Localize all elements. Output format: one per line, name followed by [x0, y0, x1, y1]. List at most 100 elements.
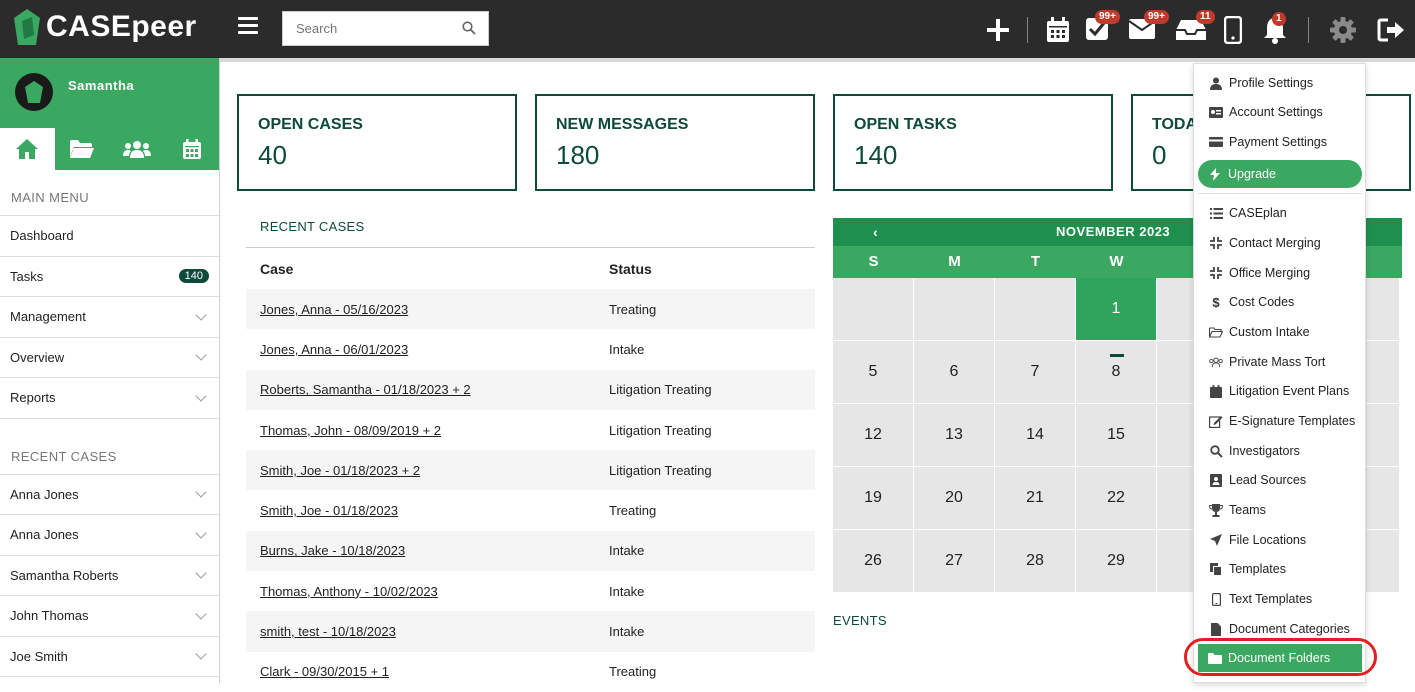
calendar-day[interactable]: [833, 278, 914, 341]
add-icon[interactable]: [986, 18, 1010, 42]
calendar-day-today[interactable]: 1: [1076, 278, 1157, 341]
calendar-day[interactable]: 15: [1076, 404, 1157, 467]
case-link[interactable]: Smith, Joe - 01/18/2023 + 2: [260, 463, 420, 478]
calendar-day[interactable]: 21: [995, 467, 1076, 530]
calendar-day[interactable]: 7: [995, 341, 1076, 404]
settings-menu-item[interactable]: CASEplan: [1194, 199, 1365, 227]
calendar-day[interactable]: 5: [833, 341, 914, 404]
toolbar-divider: [1027, 17, 1028, 43]
tab-cases[interactable]: [55, 128, 110, 170]
settings-menu-item[interactable]: Profile Settings: [1194, 69, 1365, 97]
case-link[interactable]: Burns, Jake - 10/18/2023: [260, 543, 405, 558]
settings-menu-item[interactable]: Templates: [1194, 555, 1365, 583]
tasks-button[interactable]: 99+: [1085, 10, 1120, 43]
stat-card-open-tasks[interactable]: OPEN TASKS 140: [833, 94, 1113, 191]
calendar-day[interactable]: 28: [995, 530, 1076, 593]
day-number: 28: [1026, 552, 1044, 569]
settings-menu-label: Custom Intake: [1229, 325, 1310, 339]
case-link[interactable]: Thomas, Anthony - 10/02/2023: [260, 584, 438, 599]
logout-icon[interactable]: [1377, 17, 1407, 43]
sidebar-recent-case[interactable]: Anna Jones: [0, 515, 219, 556]
search-input[interactable]: [283, 12, 453, 45]
settings-menu-item[interactable]: Teams: [1194, 496, 1365, 524]
sidebar-recent-case[interactable]: Samantha Roberts: [0, 556, 219, 596]
case-cell: Thomas, John - 08/09/2019 + 2: [246, 423, 609, 438]
case-link[interactable]: Smith, Joe - 01/18/2023: [260, 503, 398, 518]
settings-menu-item[interactable]: File Locations: [1194, 526, 1365, 554]
settings-menu-item[interactable]: Private Mass Tort: [1194, 348, 1365, 376]
settings-menu-label: Profile Settings: [1229, 76, 1314, 90]
sidebar-item-overview[interactable]: Overview: [0, 338, 219, 378]
settings-menu-item[interactable]: Lead Sources: [1194, 466, 1365, 494]
calendar-day[interactable]: 27: [914, 530, 995, 593]
messages-button[interactable]: 99+: [1128, 10, 1169, 42]
calendar-day[interactable]: 8: [1076, 341, 1157, 404]
notifications-button[interactable]: 1: [1262, 12, 1290, 44]
settings-menu-item[interactable]: Account Settings: [1194, 98, 1365, 126]
settings-menu-item[interactable]: Custom Intake: [1194, 318, 1365, 346]
calendar-day[interactable]: [914, 278, 995, 341]
settings-menu-label: Text Templates: [1229, 592, 1313, 606]
case-link[interactable]: Jones, Anna - 05/16/2023: [260, 302, 408, 317]
calendar-day[interactable]: 6: [914, 341, 995, 404]
id-card-icon: [1209, 106, 1223, 119]
tab-calendar[interactable]: [164, 128, 219, 170]
settings-menu-item[interactable]: $ Cost Codes: [1194, 288, 1365, 316]
header-shadow: [220, 58, 1415, 62]
settings-menu-item[interactable]: Text Templates: [1194, 585, 1365, 613]
case-link[interactable]: Jones, Anna - 06/01/2023: [260, 342, 408, 357]
settings-menu-item[interactable]: Office Merging: [1194, 259, 1365, 287]
settings-menu-item[interactable]: E-Signature Templates: [1194, 407, 1365, 435]
gear-icon[interactable]: [1329, 16, 1357, 44]
avatar[interactable]: [15, 73, 53, 111]
sidebar-item-reports[interactable]: Reports: [0, 378, 219, 419]
calendar-icon[interactable]: [1046, 16, 1070, 43]
search-icon[interactable]: [462, 21, 476, 35]
sidebar-item-label: Anna Jones: [10, 527, 79, 543]
stat-card-new-messages[interactable]: NEW MESSAGES 180: [535, 94, 815, 191]
calendar-day[interactable]: 29: [1076, 530, 1157, 593]
sidebar-item-management[interactable]: Management: [0, 297, 219, 338]
status-cell: Intake: [609, 341, 645, 357]
tab-home[interactable]: [0, 128, 55, 170]
calendar-day[interactable]: 22: [1076, 467, 1157, 530]
chevron-down-icon: [195, 608, 207, 620]
weekday-label: W: [1109, 253, 1124, 270]
chevron-down-icon: [195, 527, 207, 539]
sidebar-item-dashboard[interactable]: Dashboard: [0, 216, 219, 257]
case-link[interactable]: smith, test - 10/18/2023: [260, 624, 396, 639]
settings-menu-label: E-Signature Templates: [1229, 414, 1356, 428]
settings-menu-item[interactable]: Contact Merging: [1194, 229, 1365, 257]
calendar-day[interactable]: 26: [833, 530, 914, 593]
calendar-day[interactable]: 14: [995, 404, 1076, 467]
inbox-button[interactable]: 11: [1175, 10, 1215, 42]
calendar-day[interactable]: 13: [914, 404, 995, 467]
calendar-day[interactable]: 12: [833, 404, 914, 467]
case-link[interactable]: Thomas, John - 08/09/2019 + 2: [260, 423, 441, 438]
calendar-day[interactable]: 20: [914, 467, 995, 530]
stat-card-open-cases[interactable]: OPEN CASES 40: [237, 94, 517, 191]
sidebar-item-tasks[interactable]: Tasks 140: [0, 257, 219, 297]
settings-menu-item[interactable]: Upgrade: [1198, 160, 1362, 188]
calendar-day[interactable]: 19: [833, 467, 914, 530]
sidebar-recent-case[interactable]: Anna Jones: [0, 475, 219, 515]
user-profile-header: Samantha: [0, 58, 219, 128]
case-link[interactable]: Roberts, Samantha - 01/18/2023 + 2: [260, 382, 471, 397]
mobile-icon[interactable]: [1224, 16, 1242, 44]
casepeer-logo[interactable]: CASEpeer: [14, 9, 197, 45]
messages-badge: 99+: [1144, 10, 1169, 24]
settings-menu-item[interactable]: Investigators: [1194, 437, 1365, 465]
sidebar-recent-case[interactable]: John Thomas: [0, 596, 219, 637]
previous-month-button[interactable]: ‹: [873, 224, 878, 240]
table-row: Jones, Anna - 05/16/2023 Treating: [246, 289, 815, 330]
sidebar-recent-case[interactable]: Joe Smith: [0, 637, 219, 677]
case-link[interactable]: Clark - 09/30/2015 + 1: [260, 664, 389, 679]
menu-toggle-icon[interactable]: [238, 17, 258, 38]
tab-contacts[interactable]: [110, 128, 165, 170]
settings-menu-item[interactable]: Payment Settings: [1194, 128, 1365, 156]
sidebar-tabs: [0, 128, 219, 170]
settings-menu-item[interactable]: Litigation Event Plans: [1194, 377, 1365, 405]
calendar-day[interactable]: [995, 278, 1076, 341]
stat-value: 180: [556, 140, 600, 170]
